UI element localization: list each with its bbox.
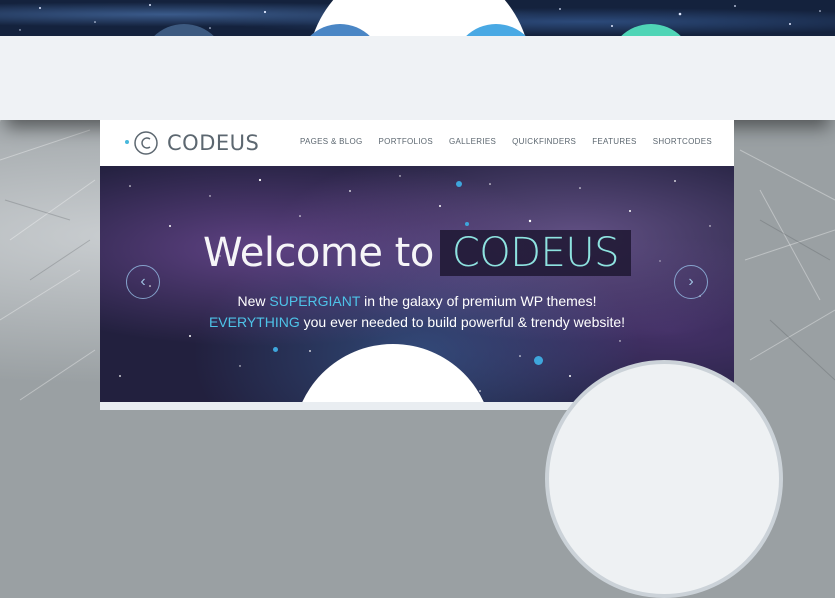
hero-subtitle-line1: New SUPERGIANT in the galaxy of premium … [100,293,734,309]
hero-subtitle-line2: EVERYTHING you ever needed to build powe… [100,314,734,330]
slider-prev-button[interactable]: ‹ [126,265,160,299]
hero-title-brand: CODEUS [439,230,631,276]
hero-line2-accent: EVERYTHING [208,314,300,330]
chevron-right-icon: › [688,273,694,290]
main-nav: PAGES & BLOG PORTFOLIOS GALLERIES QUICKF… [300,137,712,146]
decor-dot [273,347,278,352]
hero-line2-text: you ever needed to build powerful & tren… [299,314,626,330]
hero-title: Welcome to CODEUS [100,230,734,276]
nav-shortcodes[interactable]: SHORTCODES [653,137,712,146]
slider-next-button[interactable]: › [674,265,708,299]
hero-title-prefix: Welcome to [203,230,434,276]
decor-dot [534,356,543,365]
decor-dot [465,222,469,226]
nav-galleries[interactable]: GALLERIES [449,137,496,146]
site-header: CODEUS PAGES & BLOG PORTFOLIOS GALLERIES… [100,120,734,166]
logo-dot [125,140,129,144]
nav-features[interactable]: FEATURES [592,137,636,146]
codeus-logo-icon [134,131,158,155]
nav-portfolios[interactable]: PORTFOLIOS [379,137,433,146]
chevron-left-icon: ‹ [140,273,146,290]
nav-pages-blog[interactable]: PAGES & BLOG [300,137,363,146]
hero-line1-text-b: in the galaxy of premium WP themes! [360,293,597,309]
decor-dot [456,181,462,187]
hero-line1-accent: SUPERGIANT [269,293,361,309]
feature-icons-band [0,36,835,120]
nav-quickfinders[interactable]: QUICKFINDERS [512,137,576,146]
decorative-arc-corner [545,360,783,598]
hero-line1-text-a: New [237,293,270,309]
top-space-band [0,0,835,36]
site-logo[interactable]: CODEUS [167,131,259,155]
